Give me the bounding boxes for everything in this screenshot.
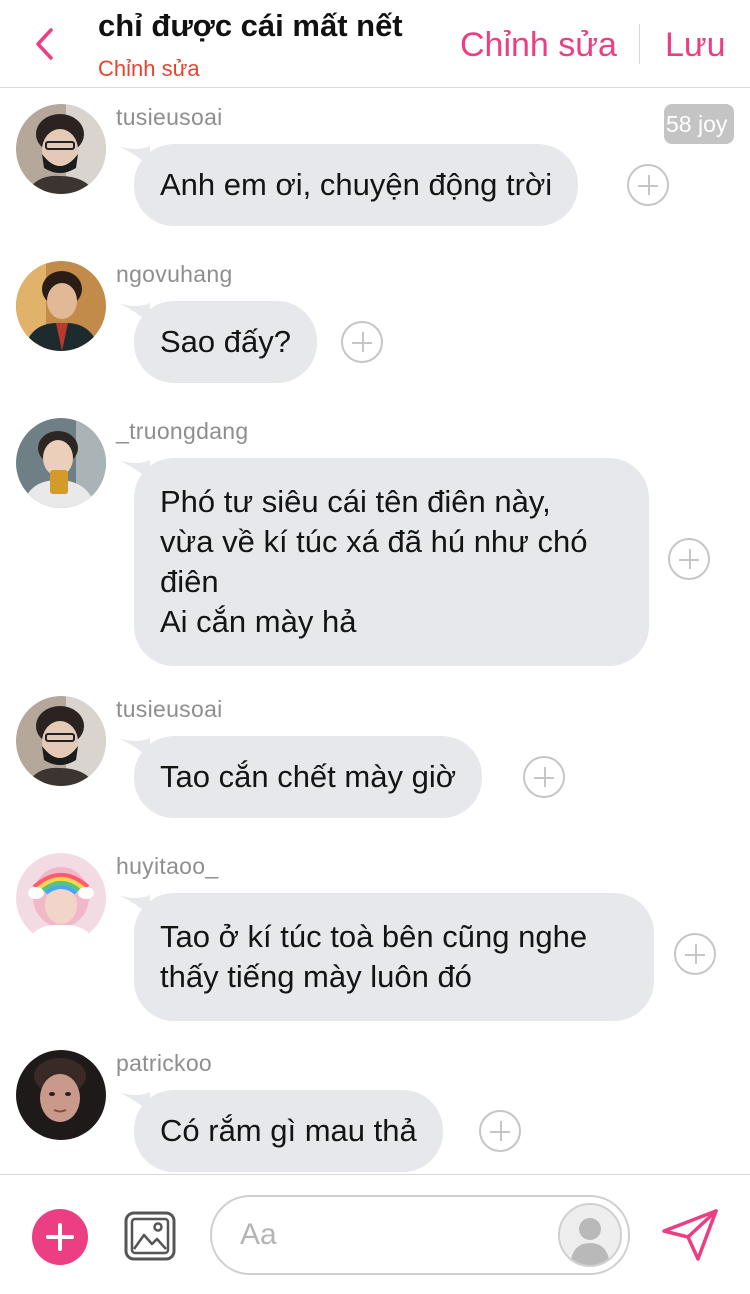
edit-button[interactable]: Chỉnh sửa	[460, 26, 617, 65]
message-text: thấy tiếng mày luôn đó	[160, 959, 472, 994]
message-bubble[interactable]: Anh em ơi, chuyện động trời	[134, 144, 579, 226]
plus-circle-icon[interactable]	[32, 1209, 88, 1265]
header-divider	[639, 24, 640, 64]
image-icon	[124, 1211, 176, 1261]
message-bubble[interactable]: Sao đấy?	[134, 301, 317, 383]
message-text: Tao cắn chết mày giờ	[160, 759, 457, 794]
avatar[interactable]	[16, 1050, 106, 1140]
message-text: Có rắm gì mau thả	[160, 1113, 417, 1148]
message-text: Tao ở kí túc toà bên cũng nghe	[160, 919, 588, 954]
message-item: huyitaoo_ Tao ở kí túc toà bên cũng nghe…	[0, 853, 750, 1021]
message-item: _truongdang Phó tư siêu cái tên điên này…	[0, 418, 750, 666]
message-item: patrickoo Có rắm gì mau thả	[0, 1050, 750, 1174]
message-username: _truongdang	[116, 418, 249, 444]
message-input[interactable]	[240, 1215, 540, 1255]
message-bubble[interactable]: Phó tư siêu cái tên điên này, vừa về kí …	[134, 458, 649, 666]
avatar[interactable]	[16, 696, 106, 786]
message-text: Phó tư siêu cái tên điên này,	[160, 484, 551, 519]
message-text: vừa về kí túc xá đã hú như chó	[160, 524, 588, 559]
avatar[interactable]	[16, 104, 106, 194]
message-username: huyitaoo_	[116, 853, 219, 879]
save-button[interactable]: Lưu	[665, 26, 726, 65]
message-input-box[interactable]	[210, 1195, 630, 1275]
avatar[interactable]	[16, 261, 106, 351]
message-item: tusieusoai Anh em ơi, chuyện động trời	[0, 104, 750, 228]
message-text: Sao đấy?	[160, 324, 291, 359]
message-username: patrickoo	[116, 1050, 213, 1076]
add-reaction-button[interactable]	[674, 933, 716, 975]
add-reaction-button[interactable]	[627, 164, 669, 206]
message-text: Anh em ơi, chuyện động trời	[160, 167, 553, 202]
add-reaction-button[interactable]	[668, 538, 710, 580]
message-text: điên	[160, 564, 219, 599]
user-avatar-icon[interactable]	[558, 1203, 622, 1267]
image-button[interactable]	[124, 1211, 176, 1261]
send-button[interactable]	[660, 1207, 720, 1263]
add-reaction-button[interactable]	[341, 321, 383, 363]
avatar[interactable]	[16, 853, 106, 943]
composer-bar	[0, 1174, 750, 1294]
message-bubble[interactable]: Tao cắn chết mày giờ	[134, 736, 483, 818]
message-text: Ai cắn mày hả	[160, 604, 357, 639]
paper-plane-icon	[662, 1209, 718, 1261]
back-button[interactable]	[24, 22, 64, 66]
chat-title: chỉ được cái mất nết	[98, 8, 403, 43]
message-username: tusieusoai	[116, 696, 223, 722]
chat-subtitle[interactable]: Chỉnh sửa	[98, 56, 200, 82]
message-item: tusieusoai Tao cắn chết mày giờ	[0, 696, 750, 820]
chat-header: chỉ được cái mất nết Chỉnh sửa Chỉnh sửa…	[0, 0, 750, 88]
add-reaction-button[interactable]	[479, 1110, 521, 1152]
message-item: ngovuhang Sao đấy?	[0, 261, 750, 385]
message-username: tusieusoai	[116, 104, 223, 130]
message-username: ngovuhang	[116, 261, 233, 287]
add-reaction-button[interactable]	[523, 756, 565, 798]
chevron-left-icon	[36, 28, 53, 60]
message-bubble[interactable]: Tao ở kí túc toà bên cũng nghe thấy tiến…	[134, 893, 654, 1021]
avatar[interactable]	[16, 418, 106, 508]
message-bubble[interactable]: Có rắm gì mau thả	[134, 1090, 443, 1172]
